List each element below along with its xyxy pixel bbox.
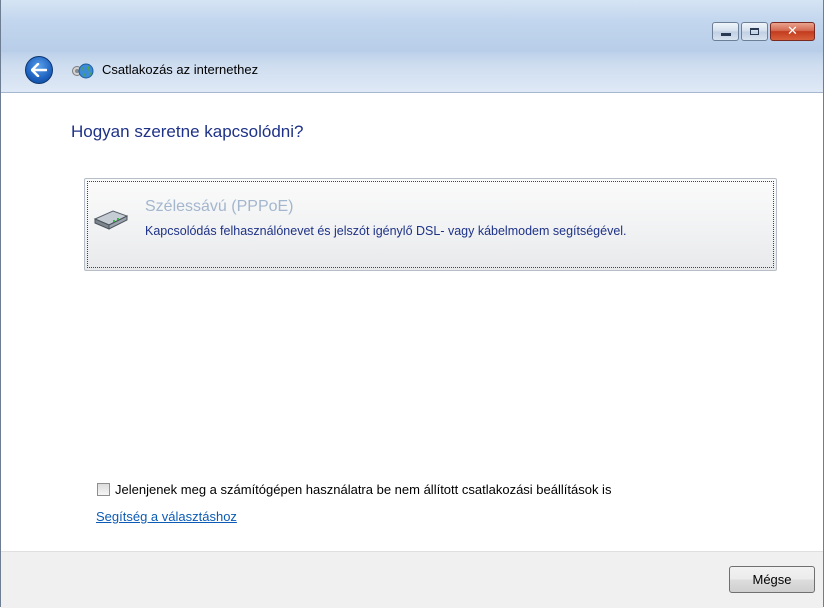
cancel-button[interactable]: Mégse <box>729 566 815 593</box>
option-title: Szélessávú (PPPoE) <box>145 198 294 215</box>
close-icon: ✕ <box>787 24 798 39</box>
broadband-modem-icon <box>93 210 129 230</box>
window-title: Csatlakozás az internethez <box>102 62 259 77</box>
back-button[interactable] <box>25 56 53 84</box>
maximize-button[interactable] <box>741 22 768 41</box>
minimize-button[interactable] <box>712 22 739 41</box>
show-unconfigured-row[interactable]: Jelenjenek meg a számítógépen használatr… <box>97 482 611 497</box>
minimize-icon <box>720 32 731 36</box>
maximize-icon <box>750 28 759 35</box>
back-arrow-icon <box>31 63 47 77</box>
globe-network-icon <box>72 63 94 79</box>
close-button[interactable]: ✕ <box>770 22 815 41</box>
show-unconfigured-checkbox[interactable] <box>97 483 110 496</box>
window-controls: ✕ <box>712 22 815 41</box>
help-link[interactable]: Segítség a választáshoz <box>96 509 237 524</box>
title-bar[interactable]: ✕ <box>1 0 823 52</box>
option-description: Kapcsolódás felhasználónevet és jelszót … <box>145 224 627 238</box>
page-heading: Hogyan szeretne kapcsolódni? <box>71 122 304 141</box>
dialog-footer: Mégse <box>1 551 823 608</box>
show-unconfigured-label[interactable]: Jelenjenek meg a számítógépen használatr… <box>115 482 611 497</box>
option-broadband-pppoe[interactable]: Szélessávú (PPPoE) Kapcsolódás felhaszná… <box>84 178 777 271</box>
dialog-window: ✕ Csatlakozás az internethez Hogyan szer… <box>0 0 824 608</box>
